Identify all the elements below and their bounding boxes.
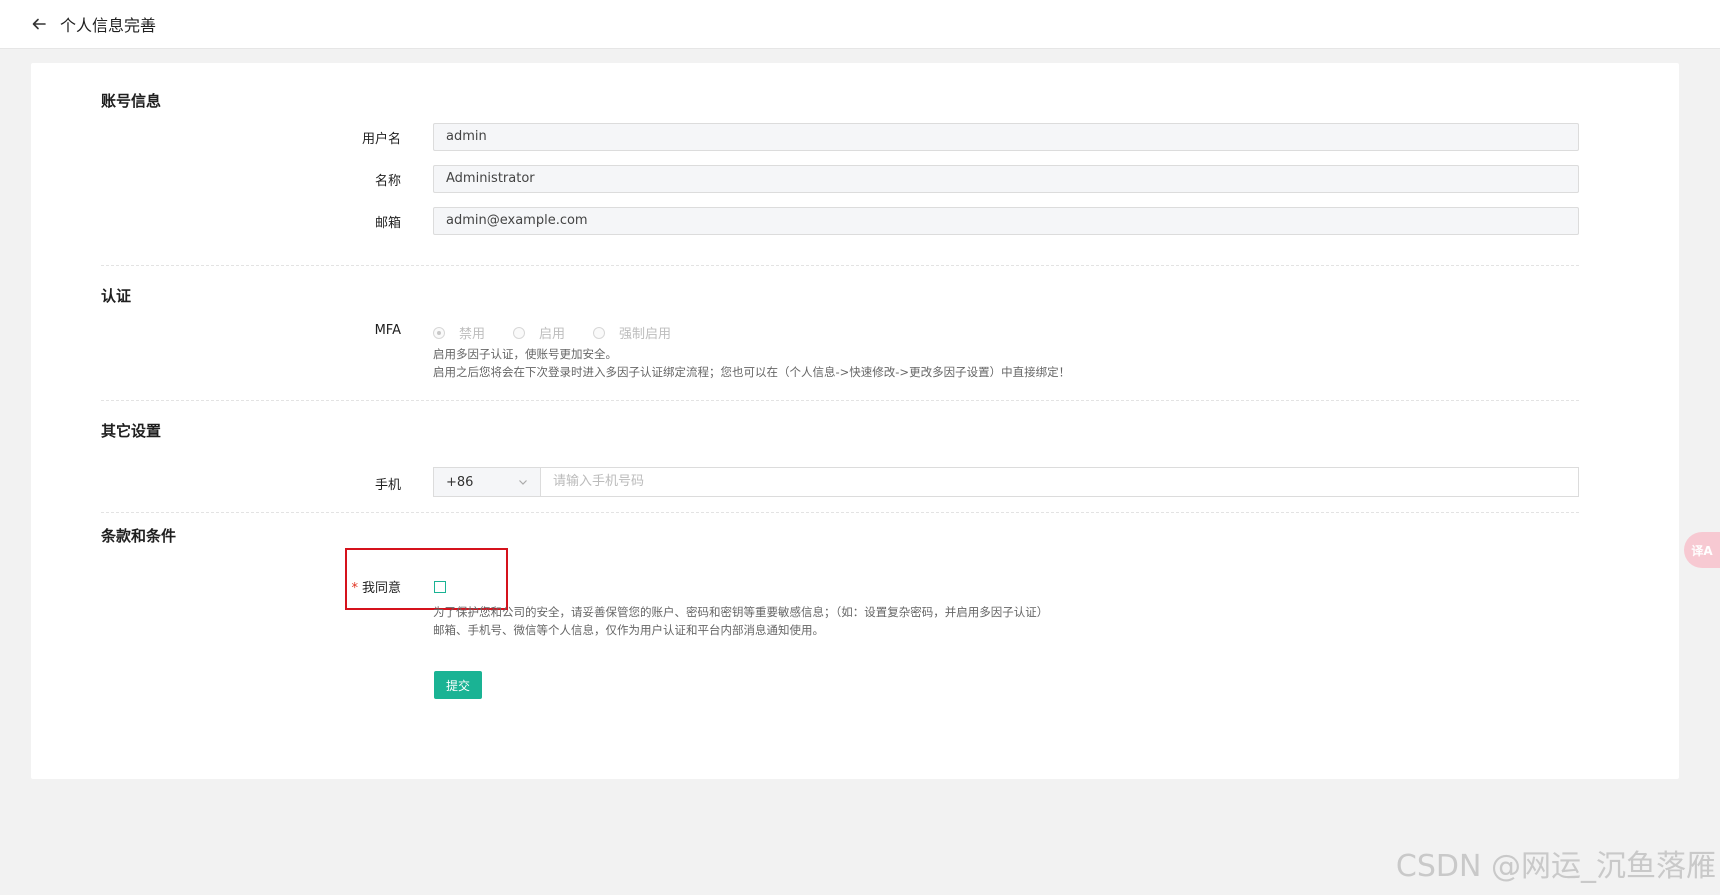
name-label: 名称 [374,174,401,189]
email-field[interactable]: admin@example.com [433,207,1579,235]
translate-fab[interactable]: 译A [1684,532,1720,568]
divider [101,512,1579,513]
radio-unchecked-icon [513,326,526,339]
section-title-terms: 条款和条件 [101,527,177,545]
mfa-option-disable[interactable]: 禁用 [433,323,485,342]
country-code-select[interactable]: +86 [433,467,540,497]
radio-unchecked-icon [593,326,606,339]
divider [101,265,1579,266]
mfa-help-line-1: 启用多因子认证，使账号更加安全。 [433,347,617,361]
phone-input[interactable]: 请输入手机号码 [540,467,1579,497]
mfa-option-force[interactable]: 强制启用 [593,323,671,342]
section-title-account: 账号信息 [101,92,162,110]
radio-checked-icon [433,326,445,339]
terms-help-line-2: 邮箱、手机号、微信等个人信息，仅作为用户认证和平台内部消息通知使用。 [433,623,824,637]
mfa-option-label: 强制启用 [619,327,672,342]
agree-label: * 我同意 [31,577,401,596]
terms-help-line-1: 为了保护您和公司的安全，请妥善保管您的账户、密码和密钥等重要敏感信息；（如：设置… [433,605,1049,619]
country-code-value: +86 [446,474,474,490]
mfa-option-label: 启用 [539,327,566,342]
agree-label-text: 我同意 [361,581,401,596]
arrow-left-icon [32,18,46,30]
phone-label: 手机 [374,478,401,493]
mfa-option-label: 禁用 [459,327,486,342]
email-label: 邮箱 [374,216,401,231]
section-title-auth: 认证 [101,287,132,305]
section-title-other: 其它设置 [101,422,162,440]
divider [101,400,1579,401]
name-field[interactable]: Administrator [433,165,1579,193]
submit-button[interactable]: 提交 [434,671,482,699]
top-bar: 个人信息完善 [0,0,1720,49]
mfa-radio-group: 禁用 启用 强制启用 [433,323,699,342]
page-title: 个人信息完善 [60,16,157,35]
back-button[interactable] [28,13,50,35]
watermark: CSDN @网运_沉鱼落雁 [1395,849,1716,884]
profile-form-card: 账号信息 用户名 admin 名称 Administrator 邮箱 admin… [31,63,1679,779]
username-field[interactable]: admin [433,123,1579,151]
phone-input-group: +86 请输入手机号码 [433,467,1579,497]
chevron-down-icon [519,480,527,485]
mfa-help-line-2: 启用之后您将会在下次登录时进入多因子认证绑定流程；您也可以在（个人信息->快速修… [433,365,1071,379]
mfa-option-enable[interactable]: 启用 [513,323,565,342]
mfa-label: MFA [374,323,401,338]
required-mark: * [351,581,358,596]
agree-checkbox[interactable] [434,581,446,593]
username-label: 用户名 [361,132,401,147]
